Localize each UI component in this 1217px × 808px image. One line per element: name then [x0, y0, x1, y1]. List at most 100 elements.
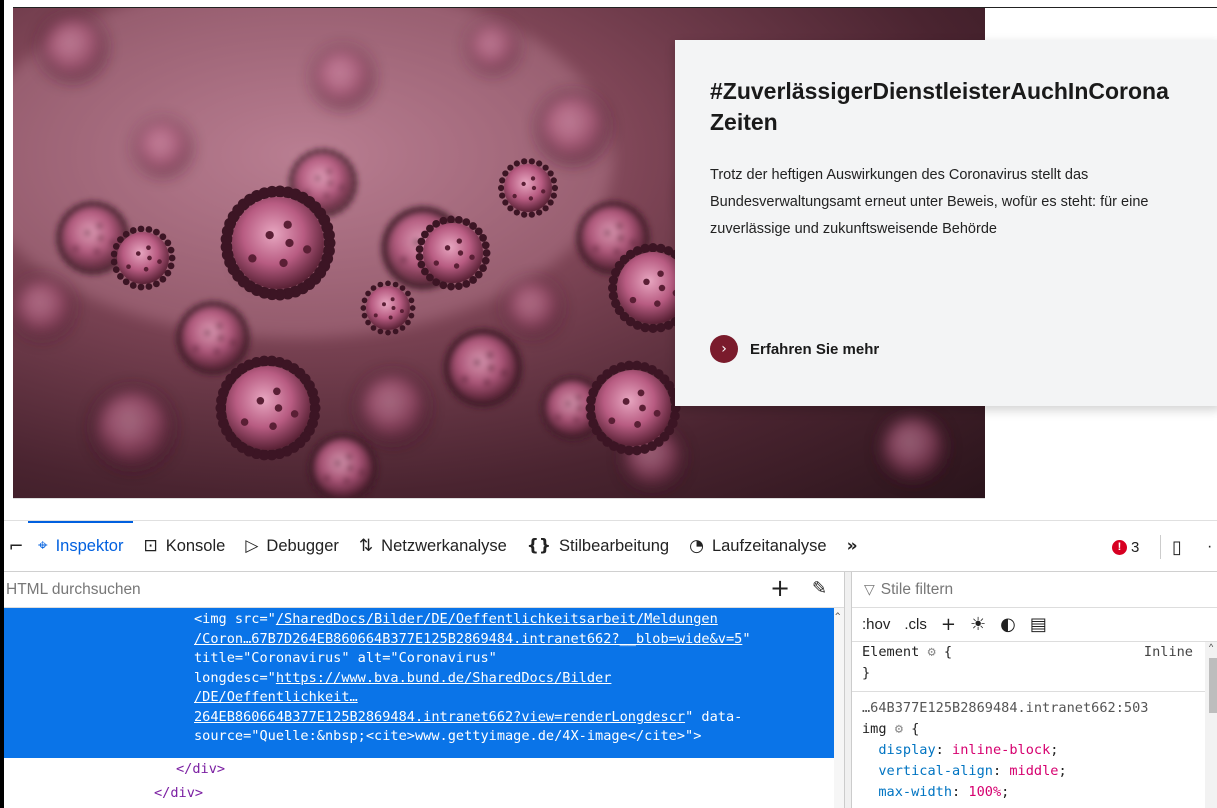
- property-name: max-width: [878, 784, 953, 800]
- markup-link[interactable]: 264EB860664B377E125B2869484.intranet662?…: [194, 709, 685, 725]
- tab-label: Stilbearbeitung: [559, 536, 670, 555]
- rule-selector: img: [862, 721, 887, 737]
- tab-label: Laufzeitanalyse: [711, 536, 827, 555]
- scroll-up-icon[interactable]: ^: [1209, 642, 1213, 652]
- markup-text: " data-: [685, 708, 743, 725]
- property-value: middle: [1009, 763, 1059, 779]
- rules-toolbar: :hov .cls + ☀ ◐ ▤: [852, 608, 1217, 642]
- brace: {: [911, 721, 920, 737]
- rules-pane: ▽ :hov .cls + ☀ ◐ ▤ Element ⚙ { Inline } …: [852, 572, 1217, 808]
- property-value: inline-block: [952, 742, 1051, 758]
- style-editor-icon: {}: [526, 535, 552, 556]
- declaration[interactable]: display: inline-block;: [862, 740, 1217, 761]
- scroll-up-icon[interactable]: ^: [835, 608, 840, 628]
- markup-line: 264EB860664B377E125B2869484.intranet662?…: [194, 708, 834, 728]
- markup-line: /DE/Oeffentlichkeit…: [194, 688, 834, 708]
- dark-theme-icon[interactable]: ◐: [1000, 614, 1016, 635]
- more-icon: ·: [1207, 538, 1213, 555]
- double-chevron-icon: »: [846, 535, 858, 556]
- tab-network[interactable]: ⇅ Netzwerkanalyse: [349, 521, 517, 571]
- devtools-toolbar: ⌐ ⌖ Inspektor ⊡ Konsole ▷ Debugger ⇅ Net…: [4, 520, 1217, 572]
- tab-label: Inspektor: [55, 536, 124, 555]
- rule-source-link[interactable]: …64B377E125B2869484.intranet662:503: [862, 698, 1217, 719]
- pane-splitter[interactable]: [844, 572, 852, 808]
- tab-label: Debugger: [266, 536, 339, 555]
- teaser-text: Trotz der heftigen Auswirkungen des Coro…: [710, 167, 1149, 237]
- read-more-label: Erfahren Sie mehr: [750, 340, 880, 358]
- error-count-badge[interactable]: ! 3: [1112, 521, 1139, 573]
- toolbar-separator: [1160, 535, 1161, 559]
- web-page: #ZuverlässigerDienstleisterAuchInCoronaZ…: [4, 0, 1217, 500]
- markup-link[interactable]: /SharedDocs/Bilder/DE/Oeffentlichkeitsar…: [276, 611, 718, 627]
- tab-console[interactable]: ⊡ Konsole: [133, 521, 235, 571]
- debugger-icon: ▷: [245, 535, 259, 556]
- more-tabs-button[interactable]: »: [837, 521, 868, 571]
- closing-tag[interactable]: </div>: [154, 784, 203, 804]
- selected-node[interactable]: <img src="/SharedDocs/Bilder/DE/Oeffentl…: [4, 608, 834, 758]
- rule-header: Element ⚙ { Inline: [862, 642, 1217, 663]
- network-icon: ⇅: [358, 535, 374, 556]
- styles-filter-input[interactable]: [880, 580, 1081, 599]
- tab-label: Netzwerkanalyse: [381, 536, 507, 555]
- hover-states-button[interactable]: :hov: [862, 616, 890, 633]
- property-name: display: [878, 742, 936, 758]
- html-search-bar: + ✎: [4, 572, 844, 608]
- rule-source[interactable]: Inline: [1144, 642, 1193, 663]
- error-count: 3: [1131, 538, 1140, 556]
- tab-debugger[interactable]: ▷ Debugger: [235, 521, 349, 571]
- declaration[interactable]: vertical-align: middle;: [862, 761, 1217, 782]
- markup-scrollbar[interactable]: ^: [834, 608, 844, 808]
- markup-line: source="Quelle:&nbsp;<cite>www.gettyimag…: [194, 728, 702, 744]
- markup-line: /Coron…67B7D264EB860664B377E125B2869484.…: [194, 630, 834, 650]
- brace: {: [943, 644, 953, 660]
- light-theme-icon[interactable]: ☀: [970, 614, 986, 635]
- rule-divider: [852, 684, 1205, 692]
- closing-tag[interactable]: </div>: [176, 760, 225, 780]
- styles-filter-bar: ▽: [852, 572, 1217, 608]
- teaser-box: #ZuverlässigerDienstleisterAuchInCoronaZ…: [675, 40, 1217, 406]
- tab-label: Konsole: [165, 536, 226, 555]
- scrollbar-thumb[interactable]: [1209, 658, 1217, 713]
- add-node-icon[interactable]: +: [770, 574, 790, 602]
- markup-text: ": [742, 630, 751, 647]
- html-search-input[interactable]: [4, 580, 704, 599]
- filter-icon: ▽: [864, 581, 875, 598]
- markup-text: <img src=": [194, 611, 276, 627]
- eyedropper-icon[interactable]: ✎: [812, 578, 827, 599]
- gear-icon[interactable]: ⚙: [895, 721, 903, 737]
- console-icon: ⊡: [143, 535, 158, 556]
- markup-view: <img src="/SharedDocs/Bilder/DE/Oeffentl…: [4, 608, 844, 808]
- rules-scrollbar[interactable]: ^: [1205, 642, 1217, 808]
- markup-link[interactable]: /Coron…67B7D264EB860664B377E125B2869484.…: [194, 631, 742, 647]
- responsive-design-button[interactable]: ▯: [1172, 521, 1182, 573]
- markup-text: longdesc=": [194, 669, 276, 686]
- markup-link[interactable]: /DE/Oeffentlichkeit…: [194, 689, 358, 705]
- responsive-icon: ▯: [1172, 536, 1182, 558]
- add-rule-icon[interactable]: +: [941, 614, 956, 635]
- error-icon: !: [1112, 539, 1127, 555]
- rule-header: img ⚙ {: [862, 719, 1217, 740]
- options-menu-button[interactable]: ·: [1207, 521, 1212, 573]
- teaser-title: #ZuverlässigerDienstleisterAuchInCoronaZ…: [710, 78, 1169, 135]
- markup-link[interactable]: https://www.bva.bund.de/SharedDocs/Bilde…: [276, 670, 612, 686]
- property-value: 100%: [968, 784, 1002, 800]
- inspector-icon: ⌖: [38, 535, 48, 556]
- property-name: vertical-align: [878, 763, 993, 779]
- pick-element-icon[interactable]: ⌐: [4, 536, 28, 557]
- rule-close: }: [862, 665, 871, 681]
- classes-button[interactable]: .cls: [904, 616, 927, 633]
- tab-style-editor[interactable]: {} Stilbearbeitung: [517, 521, 679, 571]
- performance-icon: ◔: [689, 535, 704, 556]
- gear-icon[interactable]: ⚙: [927, 644, 935, 660]
- chevron-right-icon: ›: [710, 335, 738, 363]
- tab-inspector[interactable]: ⌖ Inspektor: [28, 521, 134, 571]
- markup-line: title="Coronavirus" alt="Coronavirus": [194, 650, 497, 666]
- declaration[interactable]: max-width: 100%;: [862, 782, 1217, 803]
- read-more-link[interactable]: › Erfahren Sie mehr: [710, 335, 879, 363]
- tab-performance[interactable]: ◔ Laufzeitanalyse: [679, 521, 837, 571]
- page-bottom-border: [13, 498, 985, 499]
- rules-code: Element ⚙ { Inline } …64B377E125B2869484.…: [852, 642, 1217, 803]
- rule-selector: Element: [862, 644, 920, 660]
- markup-line: longdesc="https://www.bva.bund.de/Shared…: [194, 669, 834, 689]
- print-media-icon[interactable]: ▤: [1030, 614, 1047, 635]
